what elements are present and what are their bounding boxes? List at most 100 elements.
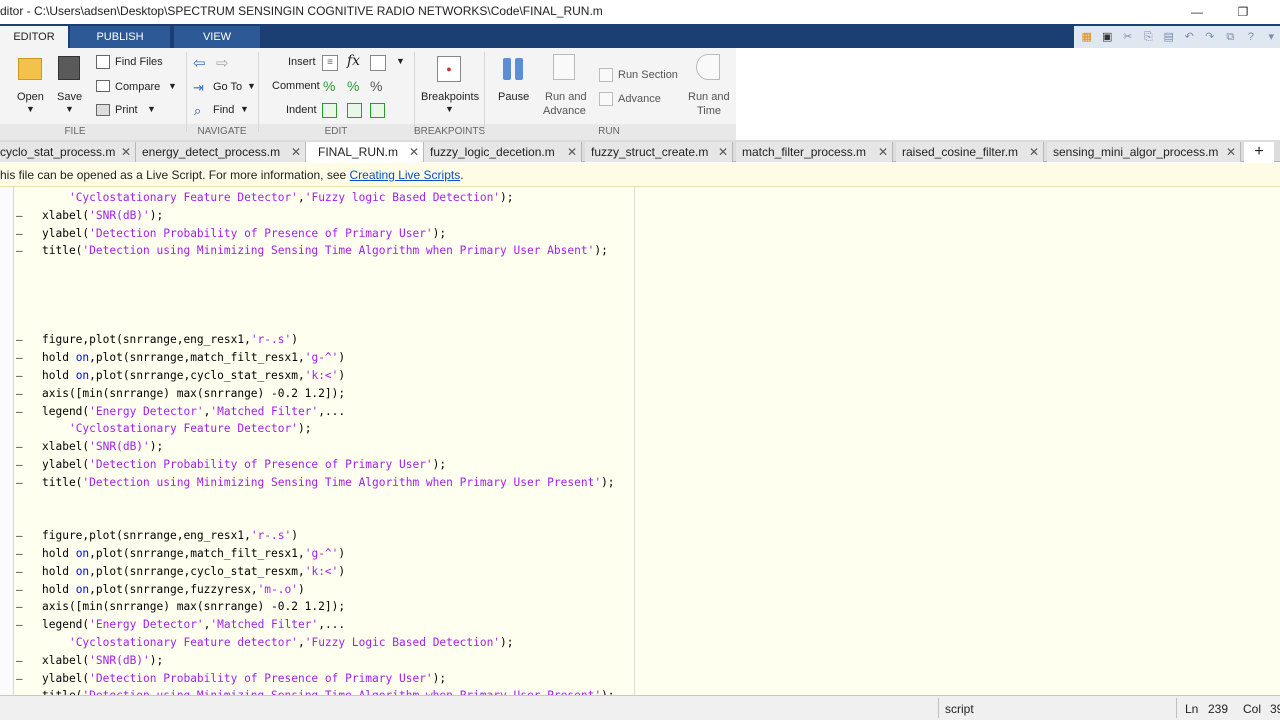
doc-tab-sensing-mini-algor-process[interactable]: sensing_mini_algor_process.m ✕ xyxy=(1047,142,1241,162)
code-line[interactable]: xlabel('SNR(dB)'); – xyxy=(16,207,163,225)
code-line[interactable]: hold on,plot(snrrange,cyclo_stat_resxm,'… xyxy=(16,563,345,581)
code-line[interactable]: legend('Energy Detector','Matched Filter… xyxy=(16,403,345,421)
insert-button[interactable]: Insert xyxy=(288,56,316,68)
breakpoint-marker[interactable]: – xyxy=(16,207,26,225)
pause-bar-left-icon[interactable] xyxy=(503,58,511,80)
print-icon[interactable] xyxy=(96,104,110,116)
wrap-comments-icon[interactable]: % xyxy=(370,78,382,94)
code-line[interactable]: axis([min(snrrange) max(snrrange) -0.2 1… xyxy=(16,385,345,403)
code-line[interactable]: 'Cyclostationary Feature Detector','Fuzz… xyxy=(42,189,514,207)
run-and-advance-button-line2[interactable]: Advance xyxy=(543,105,586,117)
save-icon[interactable]: ▣ xyxy=(1099,29,1117,45)
insert-dropdown-icon[interactable]: ▼ xyxy=(396,56,405,66)
close-icon[interactable]: ✕ xyxy=(878,142,888,162)
close-icon[interactable]: ✕ xyxy=(1226,142,1236,162)
increase-indent-icon[interactable] xyxy=(347,103,362,118)
close-icon[interactable]: ✕ xyxy=(121,142,131,162)
comment-icon[interactable]: % xyxy=(323,78,335,94)
open-dropdown-icon[interactable]: ▼ xyxy=(26,104,35,114)
code-line[interactable]: xlabel('SNR(dB)'); – xyxy=(16,438,163,456)
tab-view[interactable]: VIEW xyxy=(174,26,260,48)
paste-icon[interactable]: ▤ xyxy=(1160,29,1178,45)
close-icon[interactable]: ✕ xyxy=(409,142,419,162)
breakpoint-marker[interactable]: – xyxy=(16,670,26,688)
code-line[interactable]: ylabel('Detection Probability of Presenc… xyxy=(16,456,446,474)
compare-icon[interactable] xyxy=(96,80,110,92)
advance-icon[interactable] xyxy=(599,92,613,106)
new-tab-button[interactable]: + xyxy=(1244,142,1274,162)
run-and-time-button-line2[interactable]: Time xyxy=(697,105,721,117)
breakpoint-marker[interactable]: – xyxy=(16,225,26,243)
find-button[interactable]: Find xyxy=(213,104,234,116)
doc-tab-match-filter-process[interactable]: match_filter_process.m ✕ xyxy=(736,142,893,162)
doc-tab-final-run[interactable]: FINAL_RUN.m ✕ xyxy=(306,142,424,162)
run-section-icon[interactable] xyxy=(599,68,613,82)
code-line[interactable]: hold on,plot(snrrange,match_filt_resx1,'… xyxy=(16,349,345,367)
breakpoint-marker[interactable]: – xyxy=(16,652,26,670)
open-button[interactable]: Open xyxy=(17,91,44,103)
print-button[interactable]: Print xyxy=(115,104,138,116)
find-files-button[interactable]: Find Files xyxy=(115,56,163,68)
breakpoint-marker[interactable]: – xyxy=(16,349,26,367)
close-icon[interactable]: ✕ xyxy=(1029,142,1039,162)
line-gutter[interactable] xyxy=(0,187,14,695)
breakpoint-marker[interactable]: – xyxy=(16,474,26,492)
doc-tab-cyclo-stat-process[interactable]: cyclo_stat_process.m ✕ xyxy=(0,142,136,162)
insert-section-icon[interactable]: ≡ xyxy=(322,55,338,71)
breakpoint-marker[interactable]: – xyxy=(16,403,26,421)
breakpoint-marker[interactable]: – xyxy=(16,581,26,599)
code-line[interactable]: axis([min(snrrange) max(snrrange) -0.2 1… xyxy=(16,598,345,616)
goto-button[interactable]: Go To xyxy=(213,81,242,93)
breakpoint-marker[interactable]: – xyxy=(16,598,26,616)
code-line[interactable]: hold on,plot(snrrange,match_filt_resx1,'… xyxy=(16,545,345,563)
copy-icon[interactable]: ⎘ xyxy=(1140,29,1158,45)
breakpoints-dropdown-icon[interactable]: ▼ xyxy=(445,104,454,114)
undo-icon[interactable]: ↶ xyxy=(1181,29,1199,45)
code-line[interactable]: figure,plot(snrrange,eng_resx1,'r-.s') – xyxy=(16,527,298,545)
insert-function-icon[interactable]: fx xyxy=(347,53,360,69)
indent-button[interactable]: Indent xyxy=(286,104,317,116)
code-editor[interactable]: 'Cyclostationary Feature Detector','Fuzz… xyxy=(0,187,1280,695)
creating-live-scripts-link[interactable]: Creating Live Scripts xyxy=(350,168,461,182)
print-dropdown-icon[interactable]: ▼ xyxy=(147,104,156,114)
close-icon[interactable]: ✕ xyxy=(718,142,728,162)
code-line[interactable]: 'Cyclostationary Feature Detector'); xyxy=(42,420,312,438)
code-line[interactable]: xlabel('SNR(dB)'); – xyxy=(16,652,163,670)
breakpoint-marker[interactable]: – xyxy=(16,563,26,581)
decrease-indent-icon[interactable] xyxy=(370,103,385,118)
help-icon[interactable]: ? xyxy=(1242,29,1260,45)
code-line[interactable]: ylabel('Detection Probability of Presenc… xyxy=(16,670,446,688)
doc-tab-energy-detect-process[interactable]: energy_detect_process.m ✕ xyxy=(136,142,306,162)
restore-button[interactable]: ❐ xyxy=(1220,0,1266,24)
code-line[interactable]: figure,plot(snrrange,eng_resx1,'r-.s') – xyxy=(16,331,298,349)
run-and-time-button[interactable]: Run and xyxy=(688,91,730,103)
save-dropdown-icon[interactable]: ▼ xyxy=(65,104,74,114)
pause-button[interactable]: Pause xyxy=(498,91,529,103)
save-button[interactable]: Save xyxy=(57,91,82,103)
goto-icon[interactable]: ⇥ xyxy=(193,80,204,96)
find-magnifier-icon[interactable]: ⌕ xyxy=(194,103,201,119)
open-folder-icon[interactable] xyxy=(18,58,42,80)
breakpoint-marker[interactable]: – xyxy=(16,242,26,260)
run-section-button[interactable]: Run Section xyxy=(618,69,678,81)
code-line[interactable]: ylabel('Detection Probability of Presenc… xyxy=(16,225,446,243)
comment-button[interactable]: Comment xyxy=(272,80,320,92)
minimize-button[interactable]: — xyxy=(1174,0,1220,24)
insert-fn-file-icon[interactable] xyxy=(370,55,386,71)
code-line[interactable]: hold on,plot(snrrange,fuzzyresx,'m-.o') – xyxy=(16,581,305,599)
compare-button[interactable]: Compare xyxy=(115,81,160,93)
back-arrow-icon[interactable]: ⇦ xyxy=(193,54,206,72)
close-icon[interactable]: ✕ xyxy=(291,142,301,162)
tab-editor[interactable]: EDITOR xyxy=(0,26,68,48)
run-and-advance-button[interactable]: Run and xyxy=(545,91,587,103)
code-line[interactable]: title('Detection using Minimizing Sensin… xyxy=(16,474,615,492)
breakpoint-marker[interactable]: – xyxy=(16,456,26,474)
advance-button[interactable]: Advance xyxy=(618,93,661,105)
switch-windows-icon[interactable]: ⧉ xyxy=(1222,29,1240,45)
doc-tab-fuzzy-logic-decetion[interactable]: fuzzy_logic_decetion.m ✕ xyxy=(424,142,582,162)
tab-publish[interactable]: PUBLISH xyxy=(70,26,170,48)
find-files-icon[interactable] xyxy=(96,55,110,69)
forward-arrow-icon[interactable]: ⇨ xyxy=(216,54,229,72)
close-icon[interactable]: ✕ xyxy=(567,142,577,162)
breakpoints-icon[interactable]: ● xyxy=(437,56,461,82)
